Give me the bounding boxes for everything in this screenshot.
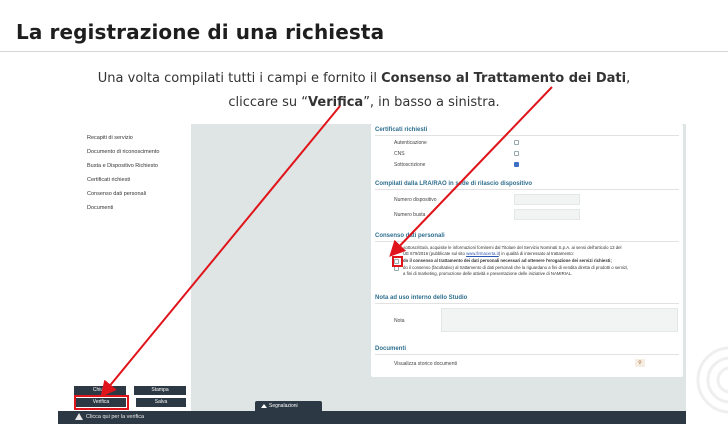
arrow-to-consenso <box>389 86 553 257</box>
tutorial-page: La registrazione di una richiesta Una vo… <box>0 0 728 434</box>
arrow-to-verifica <box>100 105 341 398</box>
decorative-circles <box>696 346 728 414</box>
annotation-arrows <box>100 86 553 398</box>
